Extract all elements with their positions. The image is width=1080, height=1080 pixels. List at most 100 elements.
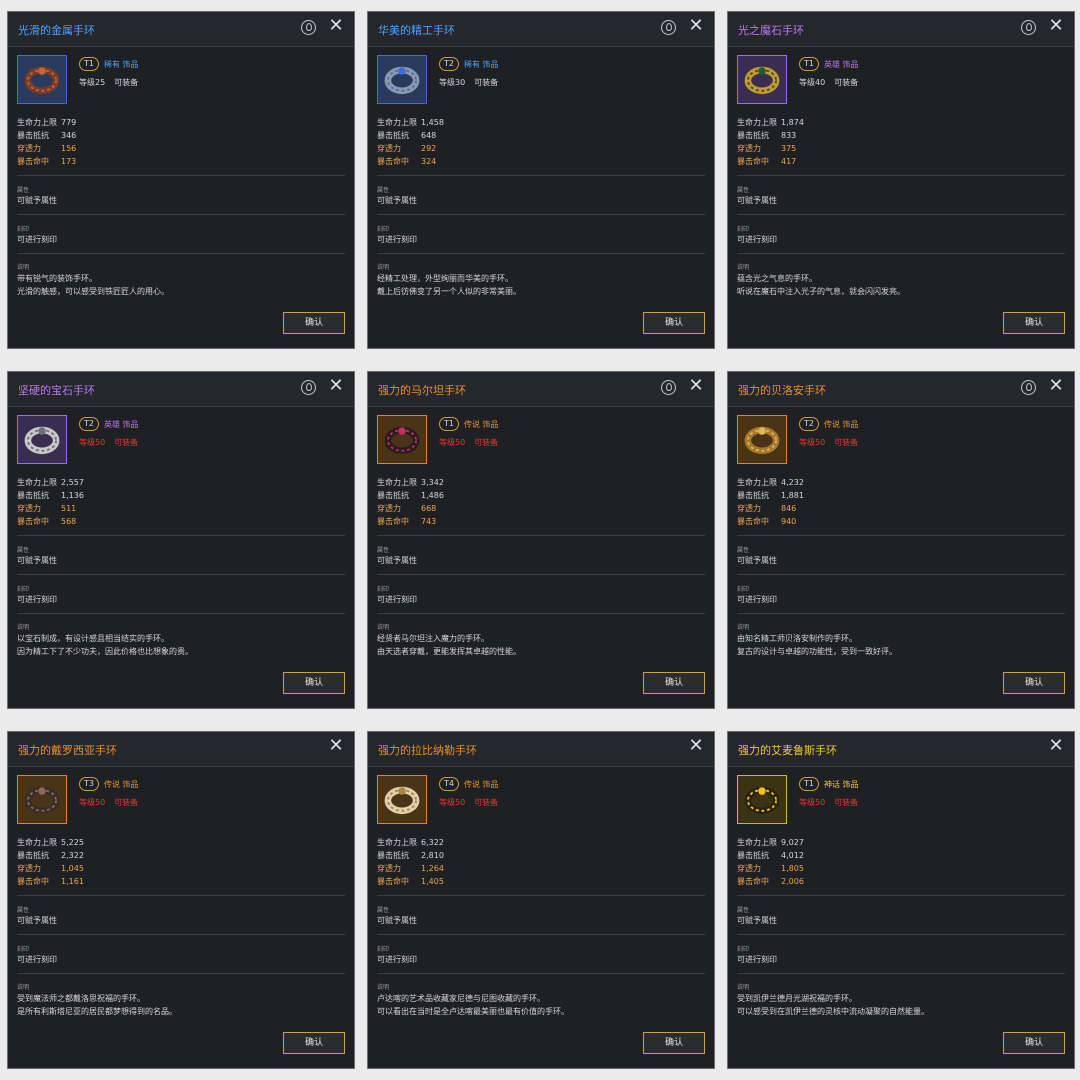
level-requirement: 等级50 可装备 bbox=[799, 797, 858, 808]
close-icon[interactable]: ✕ bbox=[328, 377, 344, 395]
stat-list: 生命力上限 4,232 暴击抵抗 1,881 穿透力 846 暴击命中 940 bbox=[737, 476, 857, 528]
confirm-button[interactable]: 确认 bbox=[643, 1032, 705, 1054]
engrave-label: 刻印 bbox=[737, 946, 750, 953]
confirm-button[interactable]: 确认 bbox=[283, 312, 345, 334]
level-requirement: 等级50 可装备 bbox=[79, 797, 138, 808]
level-value: 等级25 bbox=[79, 78, 106, 87]
stat-label: 生命力上限 bbox=[377, 478, 417, 487]
description-line: 带有锐气的装饰手环。 bbox=[17, 274, 97, 283]
equippable-label: 可装备 bbox=[474, 78, 499, 87]
attribute-label: 属性 bbox=[377, 547, 390, 554]
stat-label: 暴击抵抗 bbox=[377, 851, 409, 860]
stat-row: 穿透力 375 bbox=[737, 142, 857, 155]
stat-row: 暴击命中 173 bbox=[17, 155, 137, 168]
description-line: 光滑的触感，可以感受到铁匠匠人的用心。 bbox=[17, 287, 169, 296]
stat-list: 生命力上限 1,874 暴击抵抗 833 穿透力 375 暴击命中 417 bbox=[737, 116, 857, 168]
stat-value: 940 bbox=[781, 517, 797, 526]
confirm-button[interactable]: 确认 bbox=[643, 312, 705, 334]
bracelet-gold-ring-icon bbox=[737, 55, 787, 104]
section-divider bbox=[17, 613, 345, 614]
stat-label: 生命力上限 bbox=[17, 478, 57, 487]
engrave-label: 刻印 bbox=[737, 226, 750, 233]
item-title: 光之魔石手环 bbox=[738, 24, 804, 37]
level-requirement: 等级30 可装备 bbox=[439, 77, 498, 88]
description-line: 经贤者马尔坦注入魔力的手环。 bbox=[377, 634, 489, 643]
stat-row: 暴击命中 568 bbox=[17, 515, 137, 528]
stat-row: 暴击命中 2,006 bbox=[737, 875, 857, 888]
confirm-button[interactable]: 确认 bbox=[1003, 312, 1065, 334]
stat-value: 375 bbox=[781, 144, 797, 153]
locate-pin-icon[interactable] bbox=[301, 380, 316, 395]
attribute-label: 属性 bbox=[737, 907, 750, 914]
stat-value: 346 bbox=[61, 131, 77, 140]
stat-value: 6,322 bbox=[421, 838, 444, 847]
attribute-value: 可赋予属性 bbox=[377, 916, 417, 925]
engrave-value: 可进行刻印 bbox=[17, 595, 57, 604]
close-icon[interactable]: ✕ bbox=[328, 737, 344, 755]
locate-pin-icon[interactable] bbox=[661, 20, 676, 35]
stat-row: 生命力上限 3,342 bbox=[377, 476, 497, 489]
bracelet-gold-yellow-gem-icon bbox=[737, 775, 787, 824]
close-icon[interactable]: ✕ bbox=[1048, 737, 1064, 755]
locate-pin-icon[interactable] bbox=[1021, 380, 1036, 395]
tooltip-header: 光滑的金属手环 ✕ bbox=[8, 12, 354, 47]
stat-label: 生命力上限 bbox=[377, 118, 417, 127]
close-icon[interactable]: ✕ bbox=[328, 17, 344, 35]
engrave-value: 可进行刻印 bbox=[377, 595, 417, 604]
locate-pin-icon[interactable] bbox=[661, 380, 676, 395]
stat-label: 穿透力 bbox=[377, 144, 401, 153]
stat-label: 暴击抵抗 bbox=[377, 131, 409, 140]
stat-row: 暴击命中 417 bbox=[737, 155, 857, 168]
confirm-button[interactable]: 确认 bbox=[1003, 1032, 1065, 1054]
bracelet-pale-gold-icon bbox=[377, 775, 427, 824]
locate-pin-icon[interactable] bbox=[1021, 20, 1036, 35]
tooltip-header: 光之魔石手环 ✕ bbox=[728, 12, 1074, 47]
confirm-button[interactable]: 确认 bbox=[643, 672, 705, 694]
confirm-button[interactable]: 确认 bbox=[283, 1032, 345, 1054]
stat-row: 生命力上限 2,557 bbox=[17, 476, 137, 489]
close-icon[interactable]: ✕ bbox=[688, 737, 704, 755]
attribute-label: 属性 bbox=[377, 187, 390, 194]
description-line: 听说在魔石中注入光子的气息，就会闪闪发亮。 bbox=[737, 287, 905, 296]
tier-badge: T2 bbox=[799, 417, 819, 431]
attribute-label: 属性 bbox=[17, 187, 30, 194]
description-label: 说明 bbox=[17, 984, 30, 991]
engrave-value: 可进行刻印 bbox=[377, 955, 417, 964]
stat-value: 2,810 bbox=[421, 851, 444, 860]
attribute-value: 可赋予属性 bbox=[377, 556, 417, 565]
item-tooltip-card: 强力的拉比纳勒手环 ✕ T4 传说 饰品 等级50 可装备 生命力上限 6,322 暴击抵抗 2,… bbox=[367, 731, 715, 1069]
stat-row: 暴击命中 940 bbox=[737, 515, 857, 528]
item-tooltip-card: 坚硬的宝石手环 ✕ T2 英雄 饰品 等级50 可装备 生命力上限 2,557 暴击抵抗 1,13… bbox=[7, 371, 355, 709]
section-divider bbox=[737, 214, 1065, 215]
stat-row: 穿透力 668 bbox=[377, 502, 497, 515]
description-label: 说明 bbox=[737, 264, 750, 271]
close-icon[interactable]: ✕ bbox=[688, 17, 704, 35]
stat-value: 648 bbox=[421, 131, 437, 140]
confirm-button[interactable]: 确认 bbox=[1003, 672, 1065, 694]
description-label: 说明 bbox=[737, 984, 750, 991]
close-icon[interactable]: ✕ bbox=[1048, 17, 1064, 35]
close-icon[interactable]: ✕ bbox=[1048, 377, 1064, 395]
stat-label: 暴击抵抗 bbox=[17, 131, 49, 140]
stat-label: 生命力上限 bbox=[737, 478, 777, 487]
grade-label: 英雄 饰品 bbox=[824, 60, 859, 69]
bracelet-dark-ornate-icon bbox=[17, 775, 67, 824]
description-line: 蕴含光之气息的手环。 bbox=[737, 274, 817, 283]
description-label: 说明 bbox=[737, 624, 750, 631]
confirm-button[interactable]: 确认 bbox=[283, 672, 345, 694]
stat-row: 穿透力 292 bbox=[377, 142, 497, 155]
stat-label: 生命力上限 bbox=[737, 838, 777, 847]
level-value: 等级50 bbox=[79, 798, 106, 807]
close-icon[interactable]: ✕ bbox=[688, 377, 704, 395]
attribute-label: 属性 bbox=[377, 907, 390, 914]
stat-list: 生命力上限 5,225 暴击抵抗 2,322 穿透力 1,045 暴击命中 1,161 bbox=[17, 836, 137, 888]
attribute-value: 可赋予属性 bbox=[737, 916, 777, 925]
stat-list: 生命力上限 9,027 暴击抵抗 4,012 穿透力 1,805 暴击命中 2,006 bbox=[737, 836, 857, 888]
description-line: 复古的设计与卓越的功能性，受到一致好评。 bbox=[737, 647, 897, 656]
engrave-value: 可进行刻印 bbox=[737, 595, 777, 604]
tier-badge: T1 bbox=[439, 417, 459, 431]
item-tooltip-card: 华美的精工手环 ✕ T2 稀有 饰品 等级30 可装备 生命力上限 1,458 暴击抵抗 648 穿… bbox=[367, 11, 715, 349]
stat-value: 324 bbox=[421, 157, 437, 166]
stat-value: 1,458 bbox=[421, 118, 444, 127]
locate-pin-icon[interactable] bbox=[301, 20, 316, 35]
